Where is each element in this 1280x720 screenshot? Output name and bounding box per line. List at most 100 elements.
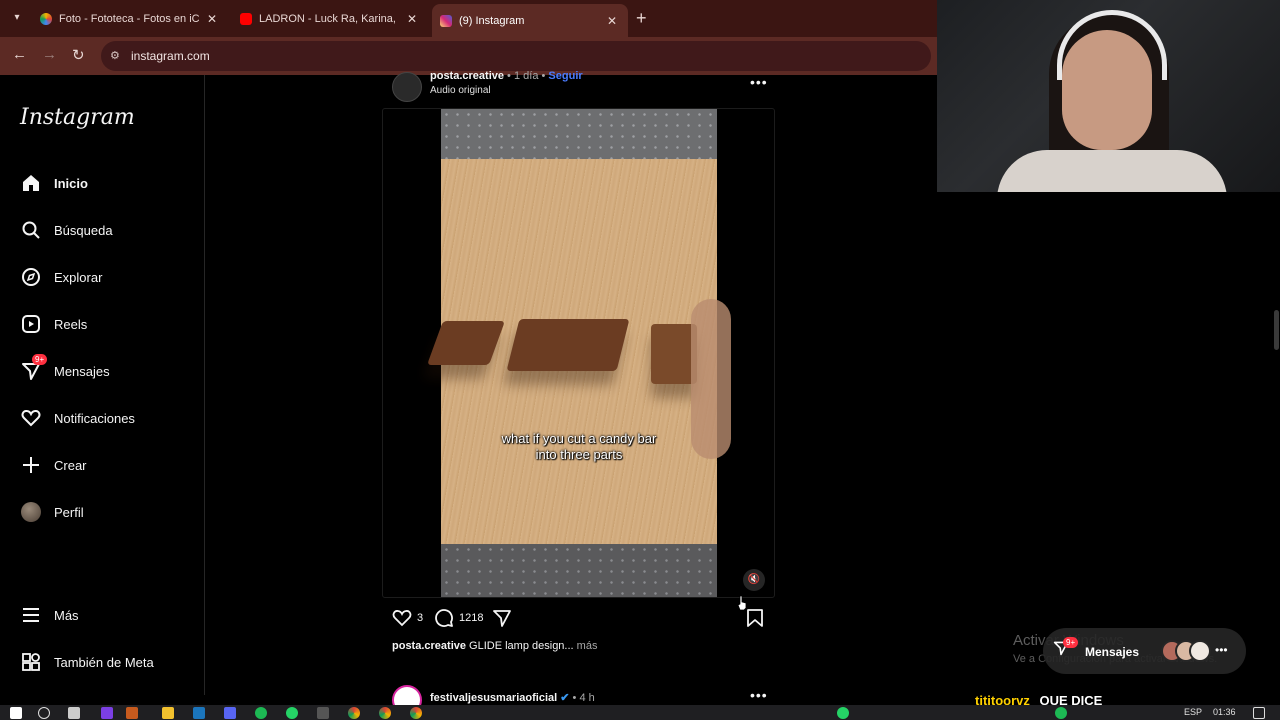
close-icon[interactable]: ✕ [207,12,217,26]
next-post-meta-line: festivaljesusmariaoficial ✔ • 4 h [430,691,595,704]
language-indicator[interactable]: ESP [1184,707,1202,717]
sidebar-item-label: Reels [54,316,88,332]
video-caption: what if you cut a candy bar into three p… [441,431,717,463]
video-caption-line: into three parts [535,447,623,462]
chrome-icon[interactable] [348,707,360,719]
sidebar-item-mas[interactable]: Más [0,595,205,635]
file-explorer-icon[interactable] [162,707,174,719]
mute-icon[interactable]: 🔇 [743,569,765,591]
close-icon[interactable]: ✕ [407,12,417,26]
bookmark-icon [747,609,763,627]
meta-grid-icon [20,651,42,673]
cutting-mat-bottom [441,544,717,597]
search-icon [20,219,42,241]
sidebar-item-label: Inicio [54,175,88,191]
post-caption: posta.creative GLIDE lamp design... más [392,640,597,652]
back-icon[interactable]: ← [12,46,27,63]
share-icon [493,610,511,627]
notification-badge: 9+ [1063,637,1079,648]
sidebar-item-crear[interactable]: Crear [0,445,205,485]
forward-icon[interactable]: → [42,46,57,63]
sidebar-item-label: Más [54,607,79,623]
reload-icon[interactable]: ↻ [72,46,85,64]
sidebar-item-notificaciones[interactable]: Notificaciones [0,398,205,438]
sidebar-item-reels[interactable]: Reels [0,304,205,344]
address-bar[interactable]: ⚙ instagram.com [101,41,931,71]
sidebar-item-inicio[interactable]: Inicio [0,163,205,203]
save-button[interactable] [746,608,764,628]
avatar [1189,640,1211,662]
post-video[interactable]: what if you cut a candy bar into three p… [382,108,775,598]
candy-piece-middle [506,319,630,371]
task-view-icon[interactable] [68,707,80,719]
onenote-icon[interactable] [101,707,113,719]
sidebar-item-label: Mensajes [54,363,110,379]
menu-icon [20,604,42,626]
sidebar-item-explorar[interactable]: Explorar [0,257,205,297]
clock[interactable]: 01:36 [1213,707,1236,717]
caption-text: GLIDE lamp design... [469,640,574,652]
reels-icon [20,313,42,335]
messages-pill-label: Mensajes [1085,645,1140,659]
instagram-logo[interactable]: Instagram [20,105,135,130]
whatsapp-icon[interactable] [286,707,298,719]
plus-icon [20,454,42,476]
tab-title: (9) Instagram [459,14,525,27]
caption-username[interactable]: posta.creative [392,640,466,652]
instagram-sidebar: Instagram Inicio Búsqueda Explorar Reels [0,75,205,695]
like-count: 3 [417,612,424,624]
share-button[interactable] [492,608,512,628]
post-audio-label[interactable]: Audio original [430,85,491,96]
more-options-icon[interactable]: ••• [750,74,768,90]
comment-button[interactable]: 1218 [434,608,483,628]
spotify-tray-icon[interactable] [1055,707,1067,719]
headset [1057,10,1167,80]
chrome-icon[interactable] [379,707,391,719]
messages-pill[interactable]: 9+ Mensajes ••• [1043,628,1246,674]
more-options-icon[interactable]: ••• [1215,643,1228,657]
cutting-mat-top [441,109,717,159]
avatar [20,501,42,523]
notifications-icon[interactable] [1253,707,1265,719]
chrome-icon[interactable] [410,707,422,719]
photos-icon [40,13,52,25]
follow-button[interactable]: Seguir [548,70,582,82]
new-tab-button[interactable]: + [636,8,647,29]
site-settings-icon[interactable]: ⚙ [110,49,120,62]
windows-taskbar: ESP 01:36 [0,705,1280,720]
app-icon[interactable] [317,707,329,719]
tab-youtube[interactable]: LADRON - Luck Ra, Karina, Zaira ✕ [240,6,417,32]
spotify-icon[interactable] [255,707,267,719]
app-icon[interactable] [126,707,138,719]
steam-icon[interactable] [193,707,205,719]
more-options-icon[interactable]: ••• [750,687,768,703]
tab-photos[interactable]: Foto - Fototeca - Fotos en iCloud ✕ [40,6,217,32]
comment-icon [435,609,453,627]
sidebar-item-perfil[interactable]: Perfil [0,492,205,532]
post-avatar[interactable] [392,72,422,102]
post-username[interactable]: posta.creative [430,70,504,82]
sidebar-item-tambien-de-meta[interactable]: También de Meta [0,642,205,682]
notification-badge: 9+ [32,354,48,365]
windows-start-icon[interactable] [10,707,22,719]
messenger-icon: 9+ [20,354,48,382]
like-button[interactable]: 3 [392,608,423,628]
whatsapp-tray-icon[interactable] [837,707,849,719]
sidebar-item-busqueda[interactable]: Búsqueda [0,210,205,250]
tab-search-icon[interactable]: ▾ [9,10,25,26]
discord-icon[interactable] [224,707,236,719]
heart-icon [20,407,42,429]
screen: ▾ Foto - Fototeca - Fotos en iCloud ✕ LA… [0,0,1280,720]
tab-instagram[interactable]: (9) Instagram ✕ [432,4,628,37]
close-icon[interactable]: ✕ [607,14,617,28]
sidebar-item-label: También de Meta [54,654,154,670]
sidebar-item-mensajes[interactable]: 9+ Mensajes [0,351,205,391]
sidebar-item-label: Perfil [54,504,84,520]
next-post-username[interactable]: festivaljesusmariaoficial [430,692,557,704]
post-meta-line: posta.creative • 1 día • Seguir [430,70,583,82]
sidebar-item-label: Crear [54,457,87,473]
page-scrollbar[interactable] [1274,310,1279,350]
caption-more-link[interactable]: más [577,640,598,652]
search-icon[interactable] [38,707,50,719]
sidebar-item-label: Notificaciones [54,410,135,426]
